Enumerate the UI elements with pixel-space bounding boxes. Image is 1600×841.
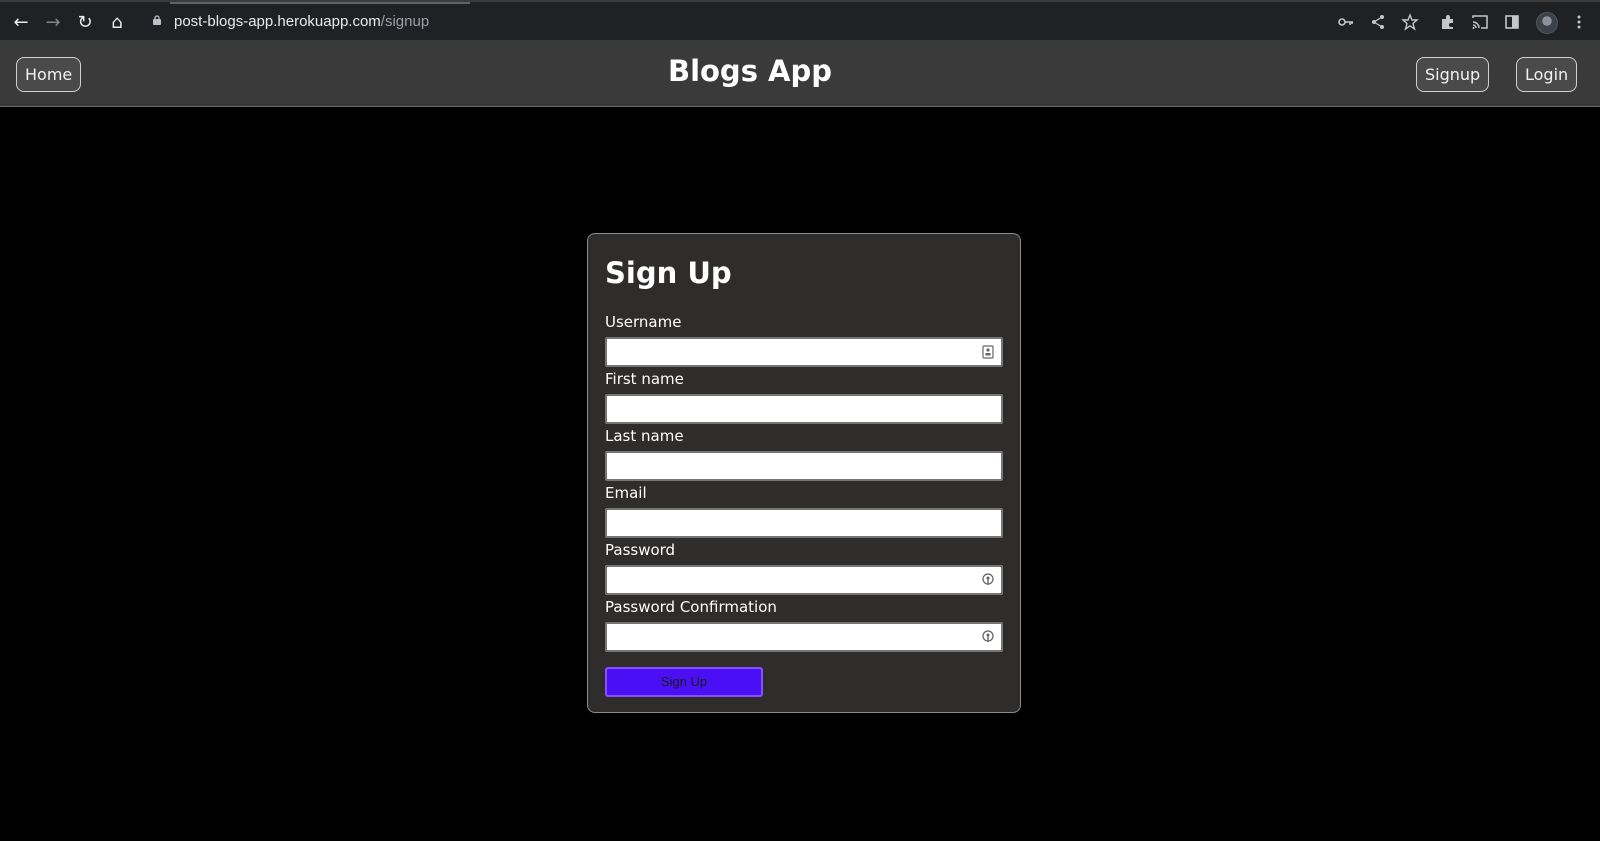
back-icon[interactable]: ← bbox=[10, 12, 32, 34]
last-name-input[interactable] bbox=[605, 451, 1003, 481]
login-button[interactable]: Login bbox=[1516, 57, 1578, 92]
password-label: Password bbox=[605, 541, 676, 559]
email-label: Email bbox=[605, 484, 647, 502]
form-title: Sign Up bbox=[605, 256, 732, 290]
password-key-icon[interactable] bbox=[981, 630, 995, 644]
side-panel-icon[interactable] bbox=[1503, 13, 1521, 31]
url-path: /signup bbox=[380, 13, 430, 30]
password-input[interactable] bbox=[605, 565, 1003, 595]
password-confirmation-input[interactable] bbox=[605, 622, 1003, 652]
bookmark-star-icon[interactable] bbox=[1401, 13, 1419, 31]
first-name-label: First name bbox=[605, 370, 684, 388]
address-url[interactable]: post-blogs-app.herokuapp.com/signup bbox=[174, 13, 429, 30]
profile-avatar[interactable] bbox=[1536, 12, 1558, 34]
share-icon[interactable] bbox=[1369, 13, 1387, 31]
home-icon[interactable]: ⌂ bbox=[106, 12, 128, 34]
more-menu-icon[interactable] bbox=[1570, 13, 1588, 31]
username-input[interactable] bbox=[605, 337, 1003, 367]
contact-card-icon[interactable] bbox=[981, 345, 995, 359]
password-key-icon[interactable] bbox=[981, 573, 995, 587]
lock-icon bbox=[153, 15, 161, 25]
password-confirmation-label: Password Confirmation bbox=[605, 598, 777, 616]
last-name-label: Last name bbox=[605, 427, 684, 445]
username-label: Username bbox=[605, 313, 682, 331]
url-host: post-blogs-app.herokuapp.com bbox=[174, 13, 381, 30]
forward-icon[interactable]: → bbox=[42, 12, 64, 34]
signup-form-card: Sign Up Username First name Last name Em… bbox=[587, 233, 1021, 713]
browser-toolbar: ← → ↻ ⌂ post-blogs-app.herokuapp.com/sig… bbox=[0, 0, 1600, 40]
key-icon[interactable] bbox=[1337, 13, 1355, 31]
cast-icon[interactable] bbox=[1471, 13, 1489, 31]
tab-indicator bbox=[170, 2, 470, 4]
app-header: Home Blogs App Signup Login bbox=[0, 40, 1600, 107]
signup-button[interactable]: Signup bbox=[1416, 57, 1490, 92]
extensions-puzzle-icon[interactable] bbox=[1439, 13, 1457, 31]
sign-up-submit-button[interactable]: Sign Up bbox=[605, 667, 763, 697]
app-title: Blogs App bbox=[667, 54, 833, 88]
first-name-input[interactable] bbox=[605, 394, 1003, 424]
reload-icon[interactable]: ↻ bbox=[74, 12, 96, 34]
email-input[interactable] bbox=[605, 508, 1003, 538]
